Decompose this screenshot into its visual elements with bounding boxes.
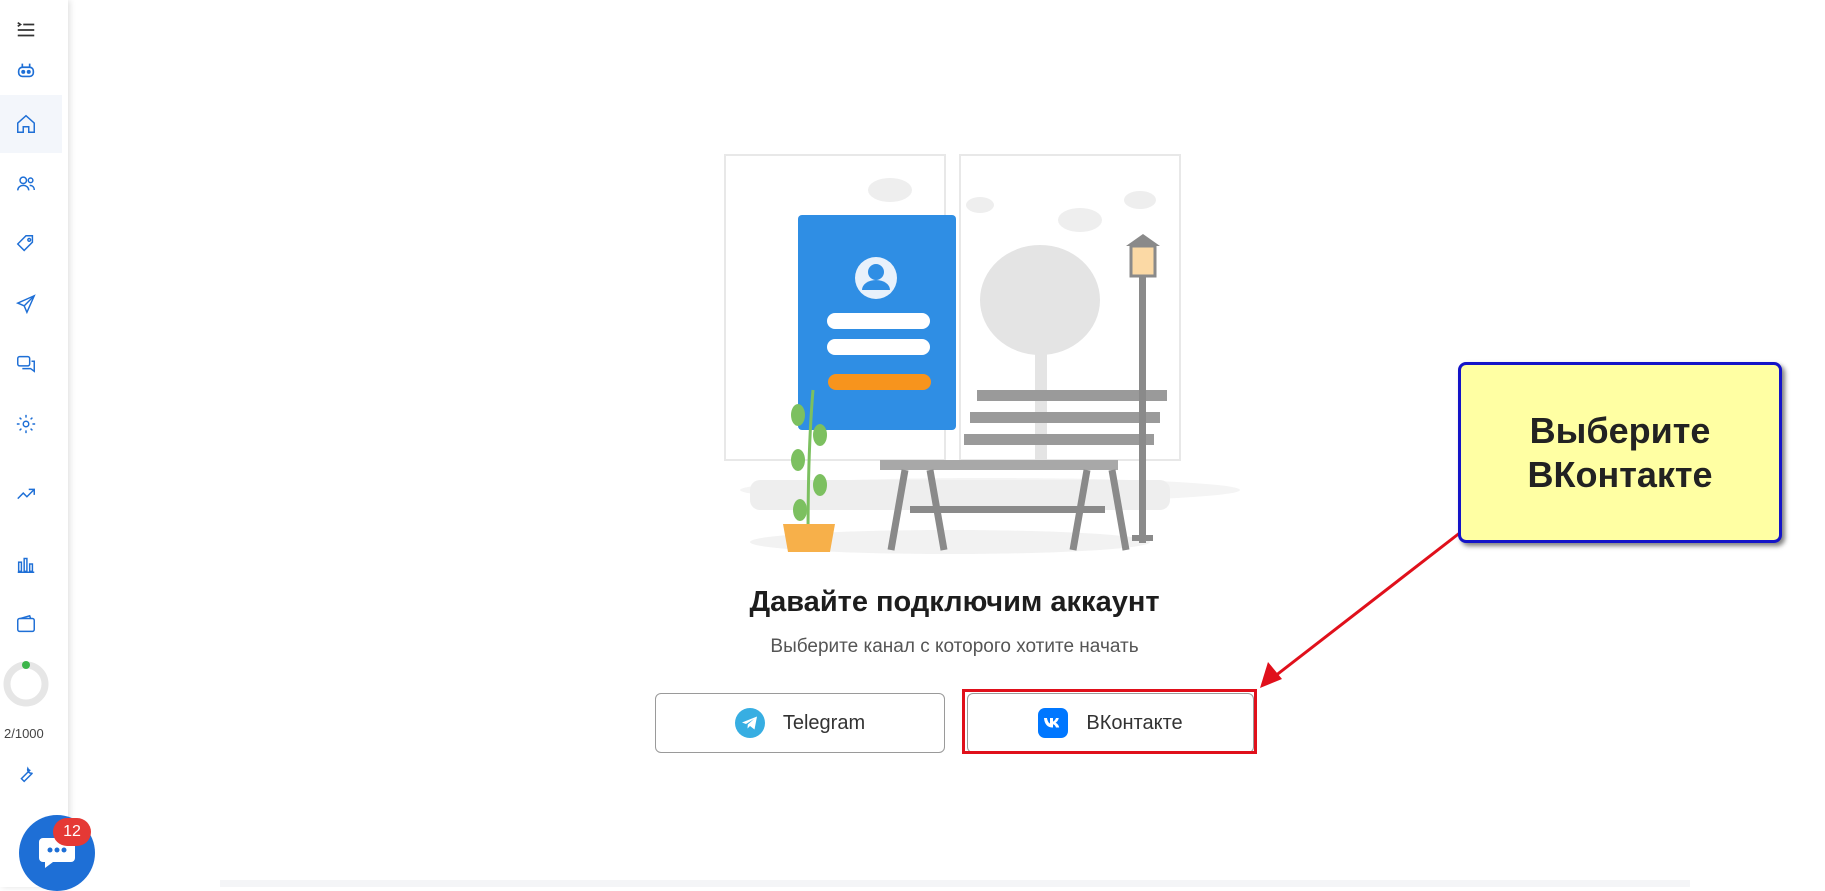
wallet-icon[interactable] [14,612,38,636]
vkontakte-highlight-frame [962,689,1257,754]
chats-icon[interactable] [14,352,38,376]
callout-line-1: Выберите [1529,410,1711,452]
sidebar: 2/1000 [0,0,68,887]
usage-progress-ring [3,661,49,707]
unread-badge: 12 [53,818,91,846]
instruction-callout: Выберите ВКонтакте [1458,362,1782,543]
page-subtitle: Выберите канал с которого хотите начать [770,636,1139,657]
callout-arrow [1260,523,1471,688]
page-title: Давайте подключим аккаунт [749,586,1160,618]
users-icon[interactable] [14,172,38,196]
connect-account-illustration [724,154,1240,554]
settings-icon[interactable] [14,412,38,436]
stats-icon[interactable] [14,552,38,576]
telegram-button[interactable]: Telegram [655,693,945,753]
trend-icon[interactable] [14,482,38,506]
send-icon[interactable] [14,292,38,316]
tags-icon[interactable] [14,232,38,256]
footer-strip [220,880,1690,887]
menu-toggle-icon[interactable] [14,18,38,42]
usage-counter: 2/1000 [4,726,44,741]
tools-icon[interactable] [14,762,38,786]
home-icon[interactable] [14,112,38,136]
telegram-icon [734,708,765,738]
telegram-button-label: Telegram [782,711,866,734]
callout-line-2: ВКонтакте [1527,453,1713,495]
bot-icon[interactable] [14,58,38,82]
